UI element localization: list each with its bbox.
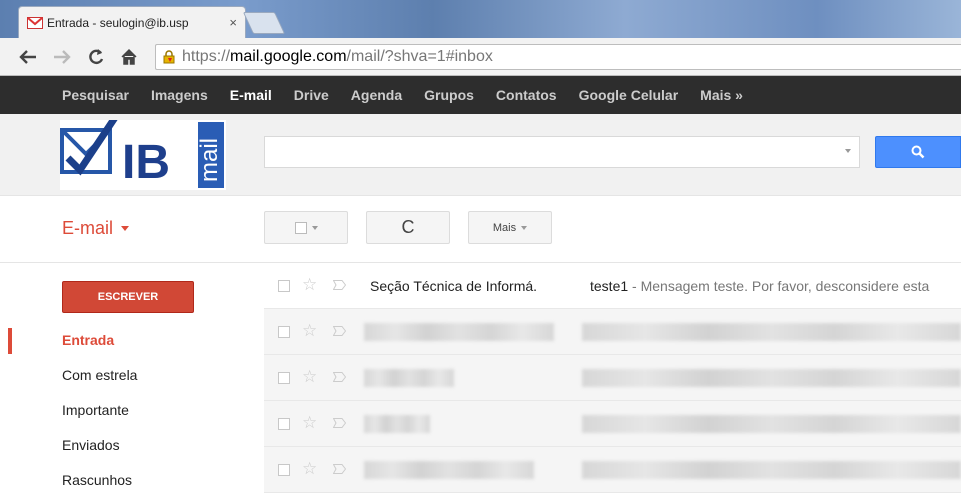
nav-item[interactable]: Com estrela bbox=[0, 358, 250, 393]
gmail-header: IB mail bbox=[0, 114, 961, 196]
reload-icon[interactable] bbox=[84, 45, 108, 69]
redacted-subject bbox=[582, 323, 961, 341]
search-options-caret-icon[interactable] bbox=[845, 149, 851, 153]
gbar-item[interactable]: Contatos bbox=[496, 87, 557, 103]
star-icon[interactable]: ☆ bbox=[302, 321, 317, 341]
address-bar[interactable]: https://mail.google.com/mail/?shva=1#inb… bbox=[155, 44, 961, 70]
refresh-button[interactable]: C bbox=[366, 211, 450, 244]
ib-mail-logo[interactable]: IB mail bbox=[60, 120, 226, 190]
logo-subtext: mail bbox=[196, 138, 223, 182]
nav-item[interactable]: Entrada bbox=[0, 323, 250, 358]
url-host: mail.google.com bbox=[230, 48, 347, 65]
important-marker-icon[interactable] bbox=[333, 280, 346, 290]
left-nav: Entrada Com estrela Importante Enviados Rasc… bbox=[0, 323, 250, 498]
select-checkbox[interactable] bbox=[294, 221, 307, 234]
message-row[interactable]: ☆ bbox=[264, 355, 961, 401]
select-all-button[interactable] bbox=[264, 211, 348, 244]
message-subject: teste1 - Mensagem teste. Por favor, desc… bbox=[590, 278, 929, 294]
subject-text: teste1 bbox=[590, 278, 629, 294]
redacted-sender bbox=[364, 323, 554, 341]
star-icon[interactable]: ☆ bbox=[302, 275, 317, 295]
home-icon[interactable] bbox=[117, 45, 141, 69]
refresh-icon: C bbox=[401, 217, 415, 237]
browser-toolbar: https://mail.google.com/mail/?shva=1#inb… bbox=[0, 38, 961, 76]
logo-text: IB bbox=[122, 136, 170, 189]
message-sender: Seção Técnica de Informá. bbox=[370, 278, 538, 294]
browser-tab[interactable]: Entrada - seulogin@ib.usp × bbox=[18, 6, 246, 38]
redacted-sender bbox=[364, 369, 454, 387]
security-warning-icon bbox=[163, 50, 175, 64]
chevron-down-icon bbox=[521, 225, 528, 230]
gbar-item[interactable]: E-mail bbox=[230, 87, 272, 103]
message-row[interactable]: ☆ bbox=[264, 309, 961, 355]
section-selector[interactable]: E-mail bbox=[62, 218, 130, 239]
row-checkbox[interactable] bbox=[278, 418, 290, 430]
gmail-icon bbox=[27, 16, 43, 29]
important-marker-icon[interactable] bbox=[333, 418, 346, 428]
compose-button[interactable]: ESCREVER bbox=[62, 281, 194, 313]
message-list: ☆ Seção Técnica de Informá. teste1 - Men… bbox=[264, 263, 961, 493]
important-marker-icon[interactable] bbox=[333, 326, 346, 336]
search-button[interactable] bbox=[875, 136, 961, 168]
redacted-subject bbox=[582, 461, 961, 479]
row-checkbox[interactable] bbox=[278, 372, 290, 384]
row-checkbox[interactable] bbox=[278, 280, 290, 292]
redacted-sender bbox=[364, 415, 430, 433]
star-icon[interactable]: ☆ bbox=[302, 459, 317, 479]
message-snippet: - Mensagem teste. Por favor, desconsider… bbox=[628, 278, 930, 294]
row-checkbox[interactable] bbox=[278, 326, 290, 338]
section-label: E-mail bbox=[62, 218, 114, 238]
row-checkbox[interactable] bbox=[278, 464, 290, 476]
message-row[interactable]: ☆ bbox=[264, 401, 961, 447]
chevron-down-icon bbox=[311, 225, 318, 230]
tab-title: Entrada - seulogin@ib.usp bbox=[47, 15, 189, 30]
nav-item[interactable]: Enviados bbox=[0, 428, 250, 463]
more-label: Mais bbox=[492, 221, 517, 234]
message-row[interactable]: ☆ Seção Técnica de Informá. teste1 - Men… bbox=[264, 263, 961, 309]
redacted-sender bbox=[364, 461, 534, 479]
redacted-subject bbox=[582, 369, 961, 387]
gbar-item[interactable]: Pesquisar bbox=[62, 87, 129, 103]
important-marker-icon[interactable] bbox=[333, 464, 346, 474]
redacted-subject bbox=[582, 415, 961, 433]
gbar-item[interactable]: Google Celular bbox=[579, 87, 679, 103]
google-bar: Pesquisar Imagens E-mail Drive Agenda Grupos C… bbox=[0, 76, 961, 114]
nav-item[interactable]: Importante bbox=[0, 393, 250, 428]
gbar-item[interactable]: Mais » bbox=[700, 87, 743, 103]
browser-tab-strip: Entrada - seulogin@ib.usp × bbox=[0, 0, 961, 38]
tab-close-icon[interactable]: × bbox=[229, 15, 237, 30]
search-input[interactable] bbox=[264, 136, 860, 168]
nav-item[interactable]: Rascunhos bbox=[0, 463, 250, 498]
search-icon bbox=[911, 145, 925, 159]
gbar-item[interactable]: Drive bbox=[294, 87, 329, 103]
back-arrow-icon[interactable] bbox=[16, 45, 40, 69]
url-path: /mail/?shva=1#inbox bbox=[346, 48, 493, 65]
message-row[interactable]: ☆ bbox=[264, 447, 961, 493]
chevron-down-icon bbox=[121, 226, 130, 231]
important-marker-icon[interactable] bbox=[333, 372, 346, 382]
star-icon[interactable]: ☆ bbox=[302, 413, 317, 433]
new-tab-button[interactable] bbox=[242, 12, 286, 34]
gbar-item[interactable]: Agenda bbox=[351, 87, 402, 103]
gbar-item[interactable]: Grupos bbox=[424, 87, 474, 103]
forward-arrow-icon[interactable] bbox=[50, 45, 74, 69]
star-icon[interactable]: ☆ bbox=[302, 367, 317, 387]
url-scheme: https:// bbox=[182, 48, 231, 65]
gbar-item[interactable]: Imagens bbox=[151, 87, 208, 103]
more-button[interactable]: Mais bbox=[468, 211, 552, 244]
